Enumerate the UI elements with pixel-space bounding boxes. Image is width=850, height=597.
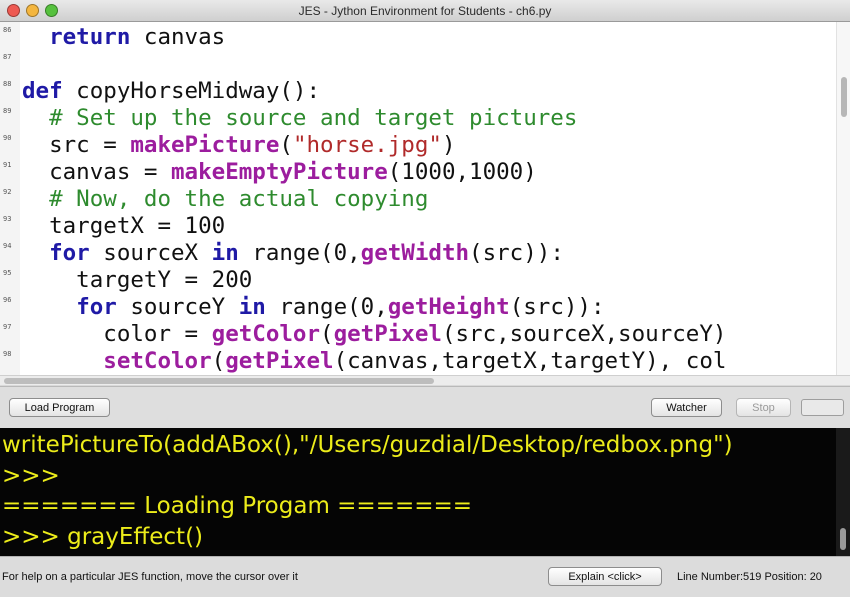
code-token: in <box>211 240 239 266</box>
code-token: targetY = 200 <box>22 267 253 293</box>
code-line[interactable]: # Now, do the actual copying <box>22 186 428 213</box>
line-number: 97 <box>3 323 12 331</box>
code-line[interactable]: # Set up the source and target pictures <box>22 105 577 132</box>
code-token: targetX = 100 <box>22 213 226 239</box>
line-number: 96 <box>3 296 12 304</box>
line-number: 94 <box>3 242 12 250</box>
code-token: range(0, <box>265 294 388 320</box>
code-token: getHeight <box>387 294 510 320</box>
code-token: ( <box>279 132 293 158</box>
title-bar: JES - Jython Environment for Students - … <box>0 0 850 22</box>
code-token: makePicture <box>130 132 280 158</box>
code-token: getPixel <box>333 321 442 347</box>
code-token: (src,sourceX,sourceY) <box>441 321 727 347</box>
console-scrollbar[interactable] <box>836 428 850 556</box>
code-token: return <box>49 24 131 50</box>
code-token: getColor <box>211 321 321 347</box>
code-token: # Now, do the actual copying <box>49 186 429 212</box>
code-token: "horse.jpg" <box>292 132 442 158</box>
code-line[interactable]: canvas = makeEmptyPicture(1000,1000) <box>22 159 537 186</box>
line-number: 93 <box>3 215 12 223</box>
code-token: (src)): <box>469 240 564 266</box>
line-number: 91 <box>3 161 12 169</box>
code-token: color = <box>22 321 212 347</box>
command-console[interactable]: writePictureTo(addABox(),"/Users/guzdial… <box>0 428 850 556</box>
code-token: copyHorseMidway(): <box>62 78 321 104</box>
line-number: 87 <box>3 53 12 61</box>
code-token: canvas = <box>22 159 172 185</box>
code-token: makeEmptyPicture <box>171 159 388 185</box>
code-token: ( <box>211 348 226 374</box>
editor-vertical-scrollbar[interactable] <box>836 22 850 375</box>
code-token: for <box>76 294 117 320</box>
code-token: ) <box>441 132 456 158</box>
code-token: # Set up the source and target pictures <box>49 105 578 131</box>
code-line[interactable]: def copyHorseMidway(): <box>22 78 320 105</box>
line-number: 95 <box>3 269 12 277</box>
code-line[interactable]: for sourceY in range(0,getHeight(src)): <box>22 294 605 321</box>
code-token: ( <box>320 321 334 347</box>
code-token: def <box>22 78 63 104</box>
console-line: writePictureTo(addABox(),"/Users/guzdial… <box>2 432 733 458</box>
help-text: For help on a particular JES function, m… <box>2 571 298 583</box>
blank-button[interactable] <box>801 399 844 416</box>
line-number: 88 <box>3 80 12 88</box>
line-number: 90 <box>3 134 12 142</box>
code-token: getWidth <box>360 240 470 266</box>
editor-horizontal-scroll-thumb[interactable] <box>4 378 434 384</box>
code-token: setColor <box>103 348 212 374</box>
editor-vertical-scroll-thumb[interactable] <box>841 77 847 117</box>
code-token: sourceY <box>116 294 239 320</box>
code-token: sourceX <box>89 240 212 266</box>
code-line[interactable]: src = makePicture("horse.jpg") <box>22 132 456 159</box>
code-token: for <box>49 240 90 266</box>
code-editor[interactable]: 86 87 88 89 90 91 92 93 94 95 96 97 98 return canvas… <box>0 22 850 375</box>
code-token: in <box>238 294 266 320</box>
code-line[interactable]: setColor(getPixel(canvas,targetX,targetY… <box>22 348 726 375</box>
explain-button[interactable]: Explain <click> <box>548 567 662 586</box>
code-line[interactable]: targetX = 100 <box>22 213 225 240</box>
watcher-button[interactable]: Watcher <box>651 398 722 417</box>
console-line: >>> grayEffect() <box>2 523 204 550</box>
code-token: (canvas,targetX,targetY), col <box>333 348 727 374</box>
console-line: >>> <box>2 462 60 489</box>
code-token: canvas <box>130 24 226 50</box>
code-line[interactable]: color = getColor(getPixel(src,sourceX,so… <box>22 321 726 348</box>
code-line[interactable]: targetY = 200 <box>22 267 252 294</box>
code-token: src = <box>22 132 131 158</box>
line-position-readout: Line Number:519 Position: 20 <box>677 571 822 583</box>
code-line[interactable]: return canvas <box>22 24 225 51</box>
line-number-gutter: 86 87 88 89 90 91 92 93 94 95 96 97 98 <box>0 22 20 375</box>
button-bar: Load Program Watcher Stop <box>0 386 850 428</box>
line-number: 98 <box>3 350 12 358</box>
stop-button[interactable]: Stop <box>736 398 791 417</box>
code-token: (src)): <box>509 294 605 320</box>
line-number: 89 <box>3 107 12 115</box>
window-title: JES - Jython Environment for Students - … <box>298 4 552 18</box>
status-bar: For help on a particular JES function, m… <box>0 556 850 597</box>
code-token: range(0, <box>238 240 361 266</box>
code-token: getPixel <box>225 348 334 374</box>
code-token: (1000,1000) <box>387 159 537 185</box>
line-number: 92 <box>3 188 12 196</box>
code-line[interactable]: for sourceX in range(0,getWidth(src)): <box>22 240 564 267</box>
line-number: 86 <box>3 26 12 34</box>
load-program-button[interactable]: Load Program <box>9 398 110 417</box>
console-line: ======= Loading Progam ======= <box>2 493 473 519</box>
editor-horizontal-scrollbar[interactable] <box>0 375 850 385</box>
console-scroll-thumb[interactable] <box>840 528 846 550</box>
